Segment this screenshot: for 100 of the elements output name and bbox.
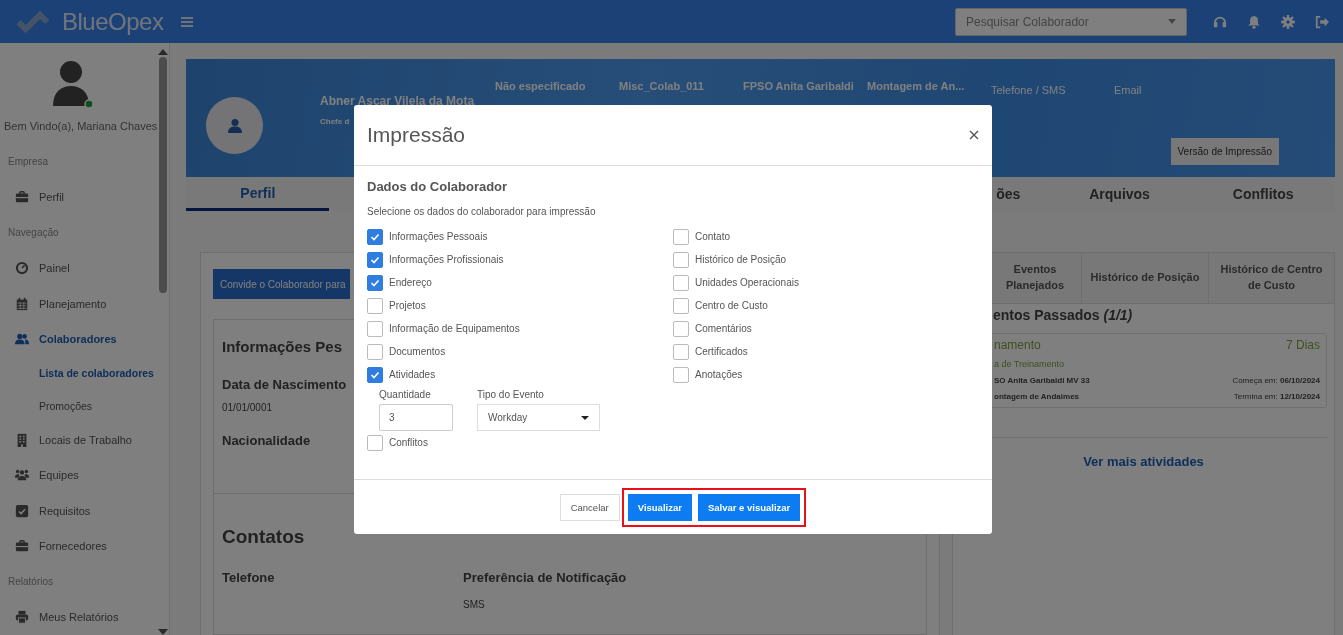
nav-item[interactable]: Perfil (0, 179, 155, 215)
checkbox[interactable] (367, 251, 383, 268)
checkbox[interactable] (673, 320, 689, 337)
field-label: Preferência de Notificação (463, 570, 627, 585)
printer-icon (15, 610, 29, 625)
action-button[interactable]: Visualizar (627, 493, 692, 521)
history-tab[interactable]: Histórico de Posição (1081, 253, 1208, 303)
instruction-text: Selecione os dados do colaborador para impressão (367, 206, 597, 217)
option-label: Unidades Operacionais (695, 277, 799, 288)
user-avatar-icon (50, 60, 95, 108)
employee-name: Abner Ascar Vilela da Mota (320, 95, 475, 108)
nav-item[interactable]: Requisitos (0, 493, 155, 529)
field-label: Tipo do Evento (477, 389, 545, 400)
nav-item[interactable]: Meus Relatórios (0, 599, 155, 635)
headset-icon (1213, 14, 1227, 29)
option-label: Endereço (389, 277, 432, 288)
checkbox[interactable] (367, 320, 383, 337)
check-icon (370, 369, 380, 380)
option-label: Contato (695, 231, 731, 242)
checkbox[interactable] (673, 343, 689, 360)
nav-item[interactable]: Fornecedores (0, 528, 155, 565)
option-label: Atividades (389, 369, 436, 380)
briefcase-icon (15, 539, 29, 554)
checkbox[interactable] (673, 228, 689, 245)
section-heading: Empresa (7, 155, 49, 170)
contact-label: Telefone / SMS (991, 84, 1067, 96)
close-icon (969, 130, 979, 140)
dialog-title: Impressão (367, 123, 466, 147)
nav-subitem[interactable]: Promoções (0, 389, 155, 423)
checkbox-icon (15, 503, 29, 518)
users-icon (15, 332, 29, 347)
field-value: 01/01/0001 (222, 402, 273, 413)
option-label: Conflitos (389, 437, 428, 448)
profile-field: Montagem de An... (867, 80, 991, 92)
option-label: Histórico de Posição (695, 254, 787, 265)
print-version-button[interactable]: Versão de Impressão (1170, 138, 1279, 165)
field-value: SMS (463, 599, 485, 610)
option-label: Informações Profissionais (389, 254, 504, 265)
checkbox[interactable] (367, 274, 383, 291)
event-location: SO Anita Garibaldi MV 33 (994, 376, 1090, 385)
logo-text: BlueOpex (62, 7, 164, 36)
section-title: Informações Pes (222, 338, 343, 355)
person-icon (226, 117, 243, 134)
checkbox[interactable] (367, 228, 383, 245)
checkbox[interactable] (673, 274, 689, 291)
field-label: Data de Nascimento (222, 377, 347, 392)
event-title: namento (994, 338, 1041, 352)
option-label: Certificados (695, 346, 748, 357)
scroll-up-icon (158, 49, 168, 55)
scrollbar-thumb[interactable] (159, 57, 167, 293)
checkbox[interactable] (673, 366, 689, 383)
nav-subitem[interactable]: Lista de colaboradores (0, 357, 155, 390)
nav-item[interactable]: Locais de Trabalho (0, 422, 155, 458)
field-label: Quantidade (379, 389, 432, 400)
event-project: ontagem de Andaimes (994, 392, 1080, 401)
team-icon (15, 468, 29, 483)
checkbox[interactable] (367, 366, 383, 383)
profile-tab[interactable]: Arquivos (1085, 177, 1154, 211)
caret-icon (581, 415, 589, 420)
profile-field: Misc_Colab_011 (619, 80, 743, 92)
profile-tab[interactable]: ões (992, 177, 1025, 211)
checkbox[interactable] (367, 434, 383, 451)
checkbox[interactable] (367, 343, 383, 360)
welcome-text: Bem Vindo(a), Mariana Chaves (4, 120, 155, 132)
section-title: Contatos (222, 526, 306, 548)
event-type: a de Treinamento (994, 359, 1066, 369)
action-button[interactable]: Salvar e visualizar (697, 493, 801, 521)
history-tab[interactable]: Histórico de Centro de Custo (1208, 253, 1334, 303)
building-icon (15, 432, 29, 447)
nav-item[interactable]: Planejamento (0, 286, 155, 322)
profile-field: Não especificado (495, 80, 619, 92)
option-label: Centro de Custo (695, 300, 768, 311)
checkbox[interactable] (367, 297, 383, 314)
scroll-down-icon (158, 629, 168, 635)
invite-button[interactable]: Convide o Colaborador para (213, 269, 350, 299)
event-end: Termina em: 12/10/2024 (1233, 392, 1320, 401)
field-label: Nacionalidade (222, 433, 311, 448)
nav-item[interactable]: Painel (0, 250, 155, 286)
briefcase-icon (15, 190, 29, 205)
employee-role: Chefe d (320, 117, 350, 126)
event-start: Começa em: 06/10/2024 (1232, 376, 1320, 385)
profile-field: FPSO Anita Garibaldi (743, 80, 867, 92)
section-title: Dados do Colaborador (367, 179, 509, 194)
event-type-dropdown[interactable]: Workday (477, 404, 600, 431)
profile-tab[interactable]: Conflitos (1228, 177, 1298, 211)
nav-item[interactable]: Colaboradores (0, 321, 155, 357)
profile-tab[interactable]: Perfil (186, 177, 330, 211)
option-label: Informações Pessoais (389, 231, 488, 242)
search-field[interactable]: Pesquisar Colaborador (955, 7, 1187, 36)
nav-item[interactable]: Equipes (0, 457, 155, 494)
section-heading: Relatórios (7, 575, 55, 590)
cancel-button[interactable]: Cancelar (559, 493, 620, 521)
more-activities-link[interactable]: Ver mais atividades (1077, 453, 1210, 470)
checkbox[interactable] (673, 251, 689, 268)
option-label: Informação de Equipamentos (389, 323, 520, 334)
checkbox[interactable] (673, 297, 689, 314)
option-label: Projetos (389, 300, 426, 311)
quantity-field[interactable]: 3 (379, 404, 453, 431)
calendar-icon (15, 296, 29, 311)
check-icon (370, 231, 380, 242)
